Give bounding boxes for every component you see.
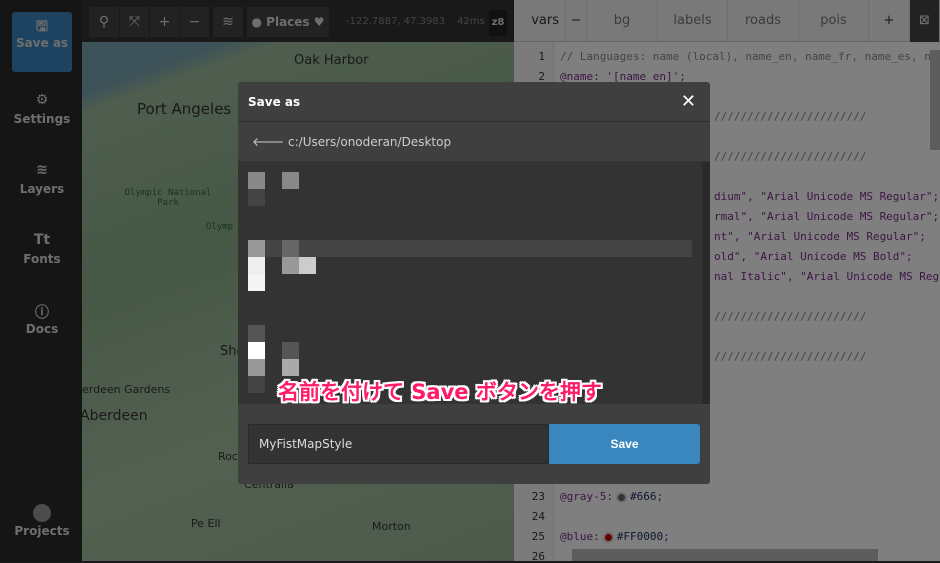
back-arrow-icon[interactable]: 🡐	[252, 135, 284, 149]
filename-input[interactable]	[248, 424, 549, 464]
dialog-header: Save as ✕	[238, 82, 710, 122]
file-list-scrollbar[interactable]	[702, 162, 710, 404]
file-list[interactable]	[238, 162, 710, 404]
directory-path[interactable]: 🡐 c:/Users/onoderan/Desktop	[238, 122, 710, 162]
save-button[interactable]: Save	[549, 424, 700, 464]
path-label: c:/Users/onoderan/Desktop	[288, 135, 452, 149]
close-icon[interactable]: ✕	[681, 82, 696, 122]
annotation-caption: 名前を付けて Save ボタンを押す	[278, 380, 602, 404]
file-list-item[interactable]	[248, 240, 692, 257]
dialog-footer: Save	[238, 404, 710, 484]
dialog-title: Save as	[248, 95, 301, 109]
save-as-dialog: Save as ✕ 🡐 c:/Users/onoderan/Desktop Sa…	[238, 82, 710, 484]
